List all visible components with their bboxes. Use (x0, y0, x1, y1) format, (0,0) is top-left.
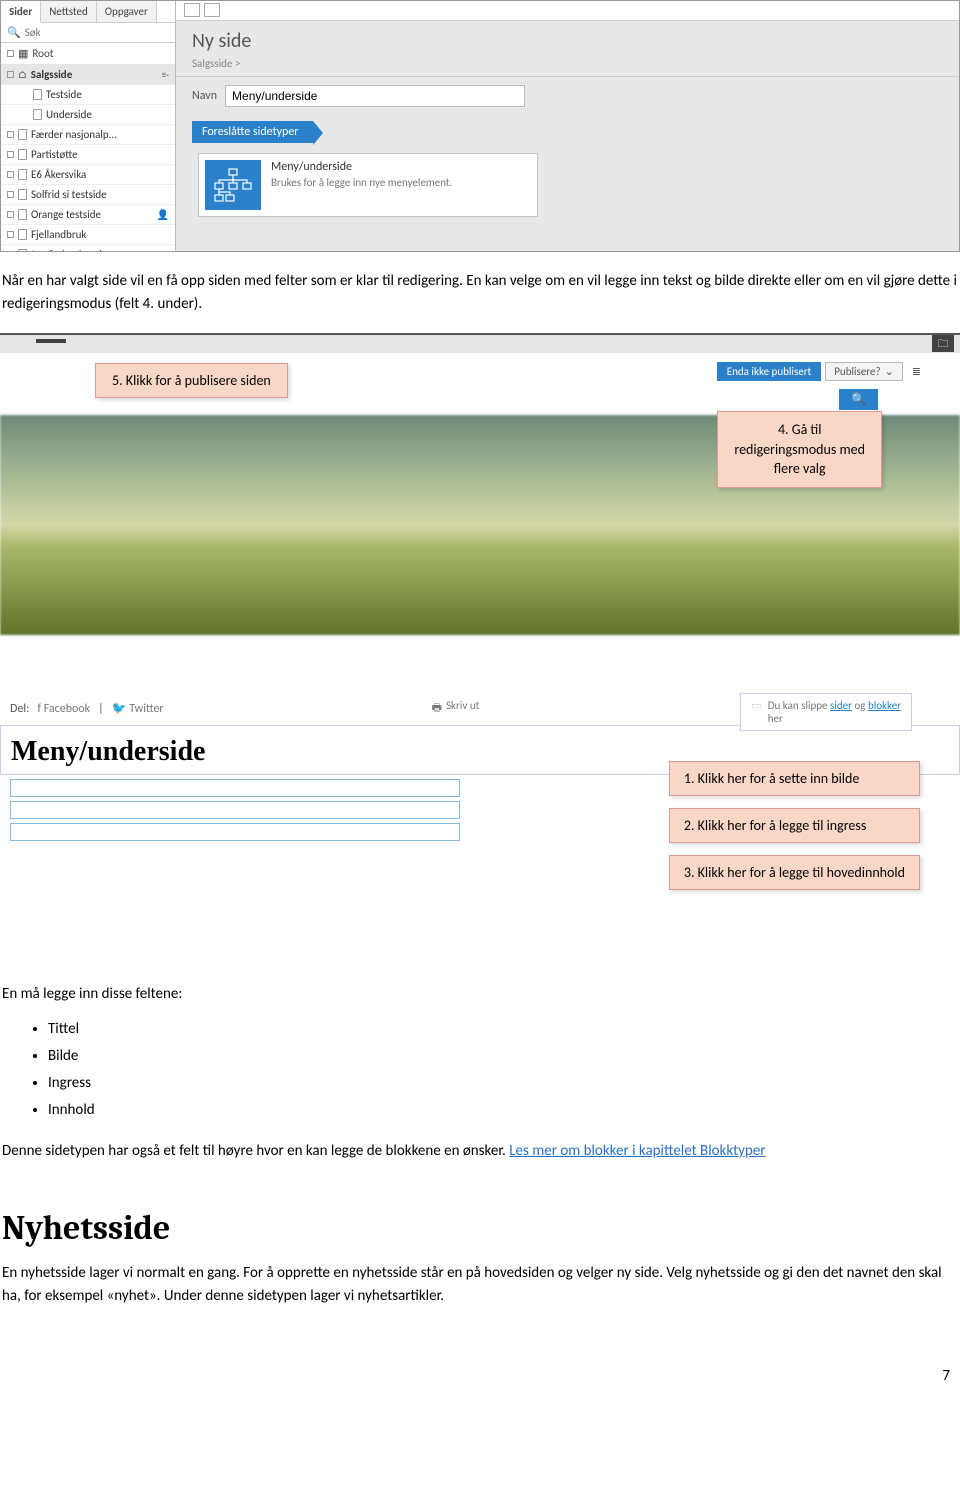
type-info: Meny/underside Brukes for å legge inn ny… (271, 160, 452, 210)
search-icon: 🔍 (851, 393, 866, 407)
topbar (176, 1, 959, 21)
search-icon: 🔍 (7, 26, 21, 39)
blokker-link[interactable]: blokker (868, 699, 901, 712)
sider-link[interactable]: sider (830, 699, 852, 712)
screenshot-new-page: Sider Nettsted Oppgaver 🔍 Søk ▦ Root ⌂ S… (0, 0, 960, 252)
options-icon[interactable]: ≡· (161, 68, 169, 81)
tree-item[interactable]: Testside (1, 85, 175, 105)
page-icon (18, 229, 27, 240)
tree-item[interactable]: Underside (1, 105, 175, 125)
callout-4: 4. Gå til redigeringsmodus med flere val… (717, 411, 882, 488)
page-icon (18, 189, 27, 200)
page-icon (18, 209, 27, 220)
chevron-down-icon: ⌄ (885, 365, 894, 378)
page-icon (33, 109, 42, 120)
page-icon (33, 89, 42, 100)
suggested-types-label: Foreslåtte sidetyper (192, 121, 313, 143)
name-input[interactable] (225, 85, 525, 107)
left-panel: Sider Nettsted Oppgaver 🔍 Søk ▦ Root ⌂ S… (1, 1, 176, 252)
nyhet-paragraph: En nyhetsside lager vi normalt en gang. … (0, 1262, 960, 1327)
page-number: 7 (0, 1327, 960, 1395)
cms-tabs: Sider Nettsted Oppgaver (1, 1, 175, 23)
list-item: Tittel (48, 1016, 960, 1043)
block-drop-zone[interactable]: ▭ Du kan slippe sider og blokker her (740, 693, 912, 731)
tab-nettsted[interactable]: Nettsted (41, 1, 97, 22)
page-icon (18, 169, 27, 180)
content-field[interactable] (10, 823, 460, 841)
new-page-title: Ny side (176, 21, 959, 57)
root-label: Root (32, 47, 53, 60)
screenshot-edit-fields: Del: f Facebook | 🐦 Twitter 🖶Skriv ut ▭ … (0, 693, 960, 963)
name-label: Navn (192, 89, 217, 103)
sidetype-para: Denne sidetypen har også et felt til høy… (0, 1140, 960, 1173)
callout-1: 1. Klikk her for å sette inn bilde (669, 761, 920, 796)
callout-5: 5. Klikk for å publisere siden (95, 363, 288, 398)
list-item: Innhold (48, 1097, 960, 1124)
blokktyper-link[interactable]: Les mer om blokker i kapittelet Blokktyp… (509, 1142, 765, 1160)
print-icon: 🖶 (432, 699, 442, 718)
callout-2: 2. Klikk her for å legge til ingress (669, 808, 920, 843)
tree-item[interactable]: Fjellandbruk (1, 225, 175, 245)
page-icon (18, 149, 27, 160)
sitemap-icon (205, 160, 261, 210)
type-desc: Brukes for å legge inn nye menyelement. (271, 176, 452, 189)
tree-item[interactable]: Færder nasjonalp... (1, 125, 175, 145)
tree-item[interactable]: Partistøtte (1, 145, 175, 165)
print-link[interactable]: 🖶Skriv ut (432, 699, 480, 718)
fields-intro: En må legge inn disse feltene: (0, 963, 960, 1016)
page-icon (18, 129, 27, 140)
page-tree: ⌂ Salgsside ≡· Testside Underside Færder… (1, 65, 175, 252)
search-row[interactable]: 🔍 Søk (1, 23, 175, 43)
home-icon: ⌂ (18, 68, 27, 81)
breadcrumb[interactable]: Salgsside > (176, 57, 959, 77)
fields-list: Tittel Bilde Ingress Innhold (0, 1016, 960, 1140)
not-published-badge: Enda ikke publisert (717, 362, 822, 381)
image-field[interactable] (10, 779, 460, 797)
publish-button[interactable]: Publisere?⌄ (825, 362, 903, 381)
tree-item[interactable]: E6 Åkersvika (1, 165, 175, 185)
user-icon: 👤 (157, 208, 169, 221)
search-button[interactable]: 🔍 (839, 389, 878, 410)
list-icon[interactable]: ≣ (907, 361, 926, 382)
root-row[interactable]: ▦ Root (1, 43, 175, 65)
menu-dash-icon[interactable] (36, 339, 66, 343)
text-icon[interactable] (204, 3, 220, 17)
list-item: Ingress (48, 1070, 960, 1097)
folder-icon[interactable]: 🗀 (932, 335, 954, 352)
page-icon (18, 249, 27, 252)
list-item: Bilde (48, 1043, 960, 1070)
tree-item[interactable]: Orange testside👤 (1, 205, 175, 225)
heading-nyhetsside: Nyhetsside (2, 1208, 958, 1248)
tab-oppgaver[interactable]: Oppgaver (97, 1, 157, 22)
type-title: Meny/underside (271, 160, 452, 174)
tree-item[interactable]: Solfrid si testside (1, 185, 175, 205)
pin-icon[interactable] (184, 3, 200, 17)
facebook-link[interactable]: f Facebook (37, 702, 90, 716)
paragraph-intro: Når en har valgt side vil en få opp side… (0, 252, 960, 333)
page-type-card[interactable]: Meny/underside Brukes for å legge inn ny… (198, 153, 538, 217)
screenshot-publish: 🗀 Enda ikke publisert Publisere?⌄ ≣ 🔍 5.… (0, 333, 960, 693)
twitter-link[interactable]: 🐦 Twitter (112, 701, 164, 716)
search-placeholder: Søk (25, 26, 41, 39)
publish-bar: Enda ikke publisert Publisere?⌄ ≣ (717, 361, 926, 382)
tab-sider[interactable]: Sider (1, 1, 41, 23)
right-panel: Ny side Salgsside > Navn Foreslåtte side… (176, 1, 959, 252)
name-row: Navn (176, 77, 959, 115)
tree-item-salgsside[interactable]: ⌂ Salgsside ≡· (1, 65, 175, 85)
tree-item[interactable]: Jomfruland nasjo... (1, 245, 175, 252)
callout-3: 3. Klikk her for å legge til hovedinnhol… (669, 855, 920, 890)
ingress-field[interactable] (10, 801, 460, 819)
